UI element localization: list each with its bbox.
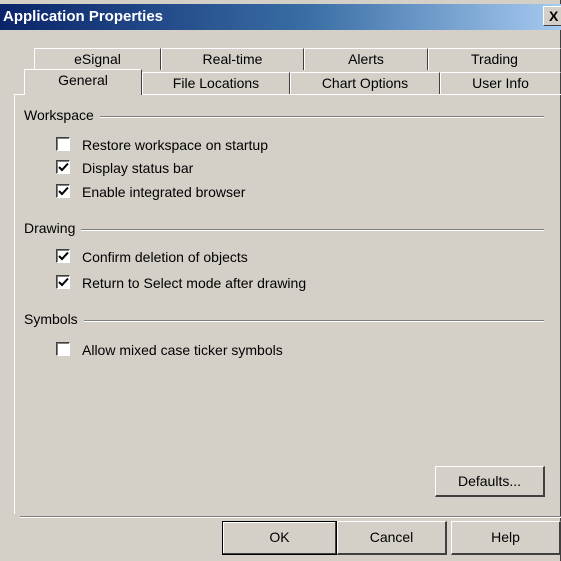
title-bar[interactable]: Application Properties X <box>0 4 561 30</box>
mixed-case-symbols-option[interactable]: Allow mixed case ticker symbols <box>56 341 356 359</box>
tab-esignal[interactable]: eSignal <box>34 48 161 70</box>
mixed-case-symbols-checkbox[interactable] <box>56 342 70 356</box>
mixed-case-symbols-label: Allow mixed case ticker symbols <box>82 342 283 358</box>
restore-workspace-label: Restore workspace on startup <box>82 137 268 153</box>
workspace-group-label: Workspace <box>24 107 100 123</box>
enable-browser-checkbox[interactable] <box>56 184 70 198</box>
cancel-button[interactable]: Cancel <box>337 521 447 555</box>
checkmark-icon <box>58 251 69 261</box>
confirm-deletion-label: Confirm deletion of objects <box>82 249 248 265</box>
application-properties-dialog: Application Properties X eSignal Real-ti… <box>0 0 561 561</box>
help-button[interactable]: Help <box>451 521 561 555</box>
enable-browser-label: Enable integrated browser <box>82 184 246 200</box>
tab-alerts[interactable]: Alerts <box>304 48 428 70</box>
drawing-divider <box>28 229 544 231</box>
enable-browser-option[interactable]: Enable integrated browser <box>56 183 316 201</box>
display-status-bar-checkbox[interactable] <box>56 160 70 174</box>
tab-chart-options[interactable]: Chart Options <box>290 72 440 94</box>
return-to-select-option[interactable]: Return to Select mode after drawing <box>56 274 386 292</box>
restore-workspace-option[interactable]: Restore workspace on startup <box>56 136 356 154</box>
symbols-group-label: Symbols <box>24 311 84 327</box>
display-status-bar-option[interactable]: Display status bar <box>56 159 276 177</box>
button-separator <box>20 516 561 518</box>
close-icon: X <box>549 8 559 24</box>
checkmark-icon <box>58 186 69 196</box>
defaults-button[interactable]: Defaults... <box>435 466 545 497</box>
tab-user-info[interactable]: User Info <box>440 72 561 94</box>
window-title: Application Properties <box>3 8 164 25</box>
drawing-group-label: Drawing <box>24 220 82 236</box>
tab-file-locations[interactable]: File Locations <box>142 72 290 94</box>
tab-real-time[interactable]: Real-time <box>161 48 304 70</box>
checkmark-icon <box>58 162 69 172</box>
restore-workspace-checkbox[interactable] <box>56 137 70 151</box>
confirm-deletion-checkbox[interactable] <box>56 249 70 263</box>
symbols-divider <box>28 320 544 322</box>
checkmark-icon <box>58 277 69 287</box>
display-status-bar-label: Display status bar <box>82 160 194 176</box>
close-button[interactable]: X <box>543 6 561 26</box>
ok-button[interactable]: OK <box>222 521 337 555</box>
return-to-select-checkbox[interactable] <box>56 275 70 289</box>
confirm-deletion-option[interactable]: Confirm deletion of objects <box>56 248 316 266</box>
return-to-select-label: Return to Select mode after drawing <box>82 275 307 291</box>
workspace-divider <box>28 116 544 118</box>
general-tab-panel <box>14 94 561 514</box>
tab-trading[interactable]: Trading <box>428 48 561 70</box>
tab-general[interactable]: General <box>24 69 142 95</box>
